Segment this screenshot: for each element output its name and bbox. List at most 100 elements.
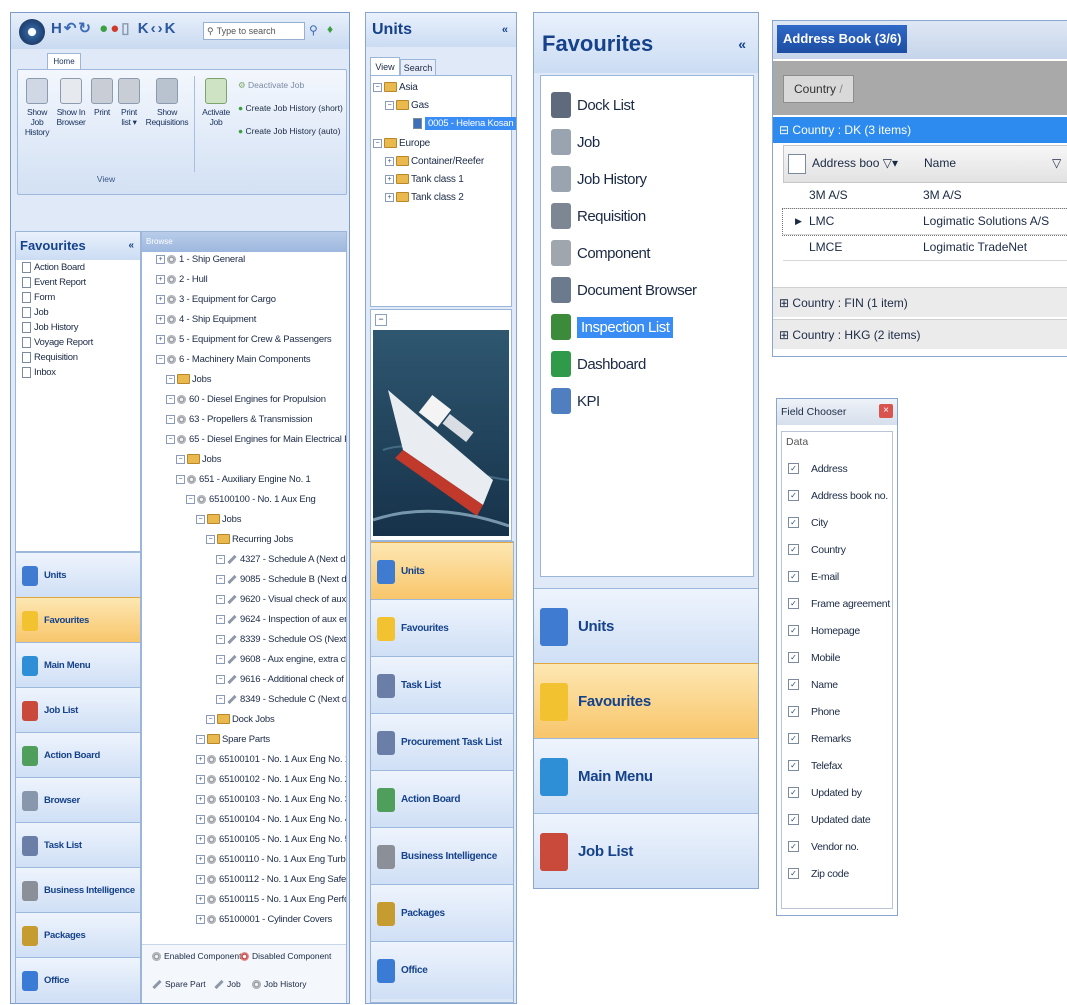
- expand-toggle[interactable]: −: [176, 474, 185, 484]
- favourite-item-dashboard[interactable]: Dashboard: [551, 349, 646, 379]
- expand-toggle[interactable]: ⊞: [779, 296, 789, 310]
- filter-icon[interactable]: ▽▾: [883, 156, 898, 170]
- expand-toggle[interactable]: +: [385, 192, 394, 202]
- nav-units[interactable]: Units: [534, 588, 758, 664]
- filter-icon[interactable]: ▽: [1052, 156, 1061, 170]
- tree-node-vessel-selected[interactable]: 0005 - Helena Kosan: [413, 117, 516, 131]
- collapse-icon[interactable]: «: [502, 13, 508, 47]
- group-chip-country[interactable]: Country /: [783, 75, 854, 103]
- favourite-item[interactable]: Event Report: [22, 277, 86, 288]
- expand-toggle[interactable]: +: [156, 274, 165, 284]
- nav-office[interactable]: Office: [371, 941, 513, 999]
- expand-toggle[interactable]: +: [196, 834, 205, 844]
- activate-job-button[interactable]: Activate Job: [198, 78, 234, 127]
- tree-node[interactable]: − Jobs: [166, 374, 211, 385]
- address-book-tab[interactable]: Address Book (3/6): [777, 25, 908, 53]
- expand-toggle[interactable]: +: [196, 874, 205, 884]
- collapse-toggle[interactable]: −: [373, 82, 382, 92]
- field-checkbox[interactable]: ✓: [788, 598, 799, 609]
- tree-node[interactable]: +5 - Equipment for Crew & Passengers: [156, 334, 332, 345]
- nav-packages[interactable]: Packages: [16, 912, 140, 958]
- copy-icon[interactable]: ▯: [121, 20, 131, 37]
- expand-toggle[interactable]: −: [166, 394, 175, 404]
- expand-toggle[interactable]: −: [196, 514, 205, 524]
- print-list-button[interactable]: Print list ▾: [116, 78, 142, 127]
- ok-icon[interactable]: ●: [99, 20, 110, 37]
- field-checkbox[interactable]: ✓: [788, 571, 799, 582]
- tree-node-tank-class-2[interactable]: + Tank class 2: [385, 192, 464, 203]
- tree-node[interactable]: − 65 - Diesel Engines for Main Electrical…: [166, 434, 346, 445]
- nav-units[interactable]: Units: [371, 542, 513, 600]
- nav-favourites[interactable]: Favourites: [16, 597, 140, 643]
- expand-toggle[interactable]: +: [156, 314, 165, 324]
- tree-node[interactable]: − 65100100 - No. 1 Aux Eng: [186, 494, 316, 505]
- home-icon[interactable]: H: [51, 20, 64, 37]
- field-row[interactable]: ✓ E-mail: [788, 564, 839, 589]
- favourite-item-kpi[interactable]: KPI: [551, 386, 600, 416]
- search-go-icon[interactable]: ⚲: [309, 23, 318, 37]
- field-checkbox[interactable]: ✓: [788, 463, 799, 474]
- tree-node[interactable]: − 9608 - Aux engine, extra check (Next: [216, 654, 346, 665]
- expand-toggle[interactable]: −: [196, 734, 205, 744]
- expand-toggle[interactable]: −: [206, 714, 215, 724]
- field-checkbox[interactable]: ✓: [788, 787, 799, 798]
- tree-node[interactable]: − 60 - Diesel Engines for Propulsion: [166, 394, 326, 405]
- tab-view[interactable]: View: [370, 57, 400, 76]
- tree-node[interactable]: +65100001 - Cylinder Covers: [196, 914, 332, 925]
- tab-search[interactable]: Search: [400, 59, 436, 76]
- tree-node[interactable]: − Jobs: [176, 454, 221, 465]
- expand-toggle[interactable]: −: [166, 374, 175, 384]
- tree-node-tank-class-1[interactable]: + Tank class 1: [385, 174, 464, 185]
- show-job-history-button[interactable]: Show Job History: [20, 78, 54, 137]
- favourite-item-inspection-list[interactable]: Inspection List: [551, 312, 674, 342]
- collapse-icon[interactable]: «: [738, 13, 746, 75]
- nav-action-board[interactable]: Action Board: [371, 770, 513, 828]
- tree-node[interactable]: +3 - Equipment for Cargo: [156, 294, 276, 305]
- table-row[interactable]: LMCE Logimatic TradeNet: [783, 235, 1067, 261]
- favourite-item-job[interactable]: Job: [551, 127, 600, 157]
- expand-toggle[interactable]: +: [196, 794, 205, 804]
- tree-node[interactable]: +4 - Ship Equipment: [156, 314, 256, 325]
- last-icon[interactable]: K: [165, 20, 178, 37]
- field-checkbox[interactable]: ✓: [788, 814, 799, 825]
- app-logo-icon[interactable]: [19, 19, 45, 45]
- nav-main-menu[interactable]: Main Menu: [534, 738, 758, 814]
- group-row-hkg[interactable]: ⊞ Country : HKG (2 items): [773, 319, 1067, 349]
- group-row-dk[interactable]: ⊟ Country : DK (3 items): [773, 117, 1067, 143]
- refresh-icon[interactable]: ↻: [78, 20, 93, 37]
- tree-node[interactable]: +1 - Ship General: [156, 254, 245, 265]
- expand-toggle[interactable]: +: [156, 334, 165, 344]
- favourite-item[interactable]: Job: [22, 307, 49, 318]
- tree-node[interactable]: − 63 - Propellers & Transmission: [166, 414, 313, 425]
- expand-toggle[interactable]: −: [186, 494, 195, 504]
- favourite-item-component[interactable]: Component: [551, 238, 651, 268]
- tree-node[interactable]: − 8339 - Schedule OS (Next date: 13-0: [216, 634, 346, 645]
- expand-toggle[interactable]: −: [216, 654, 225, 664]
- minimize-icon[interactable]: −: [375, 314, 387, 326]
- nav-office[interactable]: Office: [16, 957, 140, 1003]
- field-checkbox[interactable]: ✓: [788, 544, 799, 555]
- field-row[interactable]: ✓ Country: [788, 537, 846, 562]
- expand-toggle[interactable]: −: [216, 634, 225, 644]
- tab-home[interactable]: Home: [47, 53, 81, 69]
- field-checkbox[interactable]: ✓: [788, 490, 799, 501]
- tree-node[interactable]: +65100104 - No. 1 Aux Eng No. 4 Unit: [196, 814, 346, 825]
- favourite-item[interactable]: Job History: [22, 322, 79, 333]
- nav-job-list[interactable]: Job List: [16, 687, 140, 733]
- tree-node[interactable]: +65100105 - No. 1 Aux Eng No. 5 Unit: [196, 834, 346, 845]
- expand-toggle[interactable]: +: [156, 294, 165, 304]
- expand-toggle[interactable]: −: [216, 594, 225, 604]
- nav-action-board[interactable]: Action Board: [16, 732, 140, 778]
- favourite-item-job-history[interactable]: Job History: [551, 164, 647, 194]
- create-job-history-short-button[interactable]: ● Create Job History (short): [238, 103, 343, 113]
- expand-toggle[interactable]: +: [385, 174, 394, 184]
- tree-node[interactable]: +65100103 - No. 1 Aux Eng No. 3 Unit: [196, 794, 346, 805]
- tree-node[interactable]: − 9085 - Schedule B (Next date: 19-11-: [216, 574, 346, 585]
- expand-toggle[interactable]: −: [216, 674, 225, 684]
- expand-toggle[interactable]: −: [176, 454, 185, 464]
- tree-node[interactable]: +65100102 - No. 1 Aux Eng No. 2 Unit: [196, 774, 346, 785]
- favourite-item[interactable]: Inbox: [22, 367, 56, 378]
- search-box[interactable]: ⚲ Type to search: [203, 22, 305, 40]
- field-checkbox[interactable]: ✓: [788, 868, 799, 879]
- favourite-item[interactable]: Voyage Report: [22, 337, 93, 348]
